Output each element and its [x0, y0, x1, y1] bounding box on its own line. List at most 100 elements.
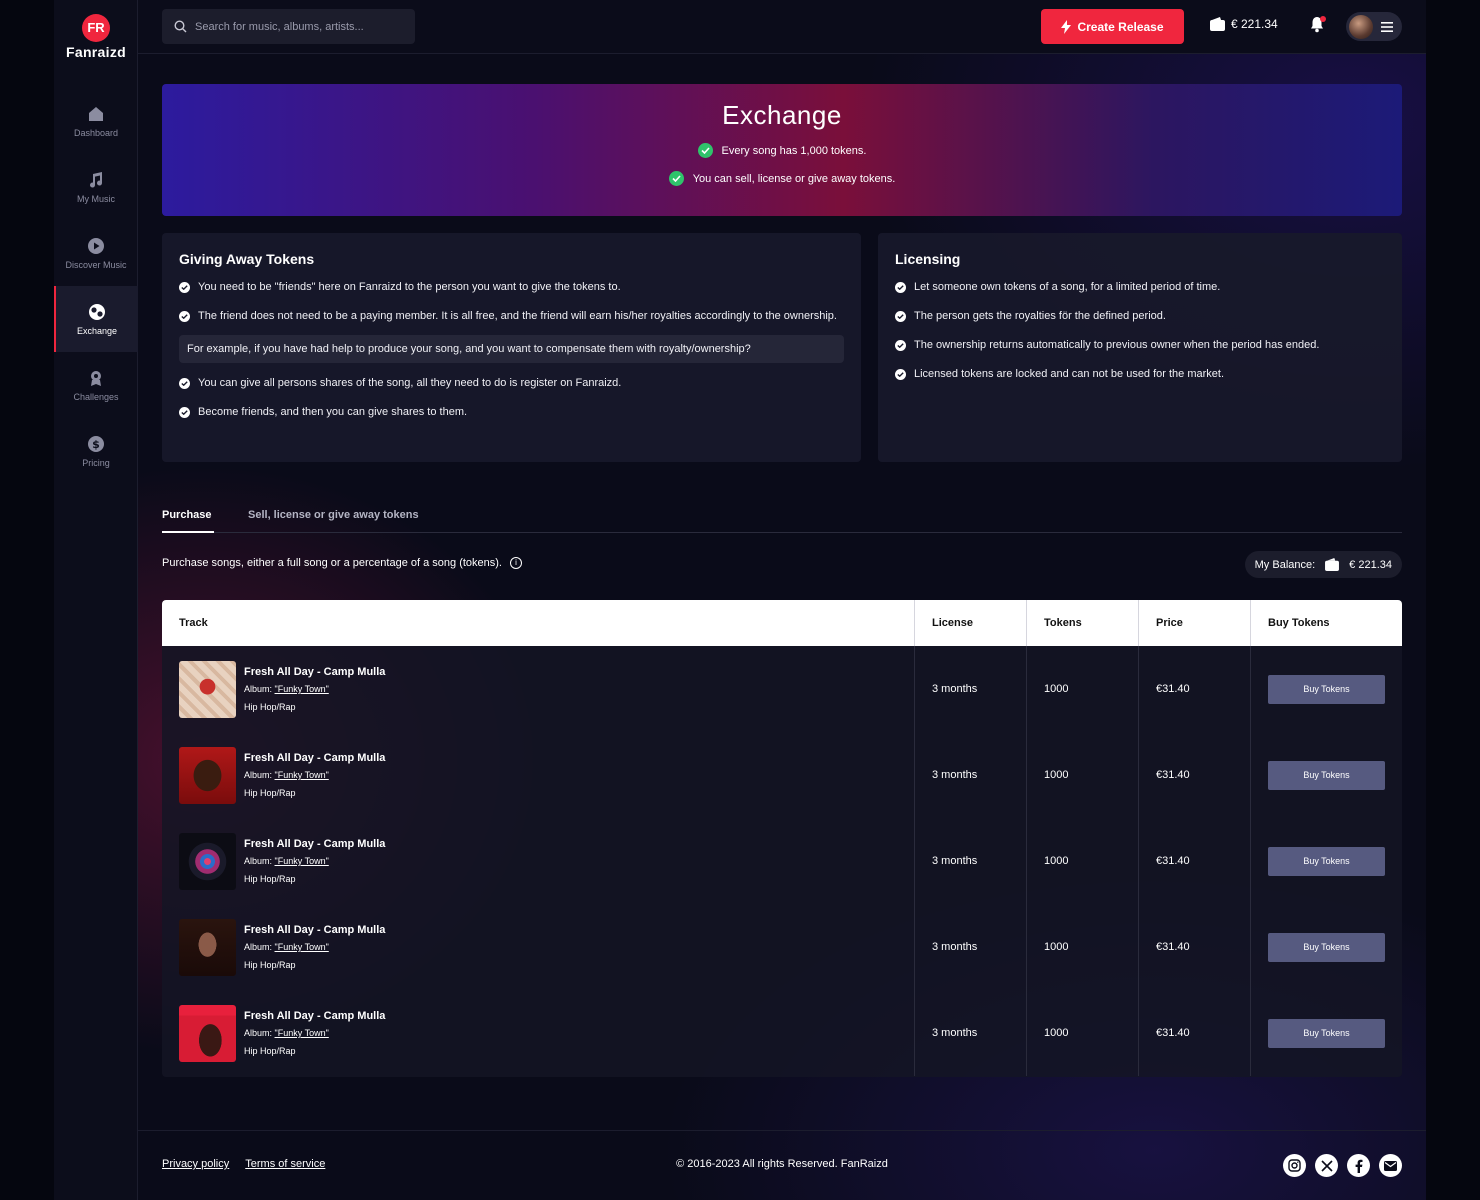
buy-cell: Buy Tokens: [1251, 990, 1402, 1076]
track-cell: Fresh All Day - Camp Mulla Album: "Funky…: [162, 818, 915, 904]
wallet-amount: € 221.34: [1231, 17, 1278, 31]
album-link[interactable]: "Funky Town": [275, 684, 329, 694]
check-circle-icon: [179, 407, 190, 418]
album-link[interactable]: "Funky Town": [275, 942, 329, 952]
table-row: Fresh All Day - Camp Mulla Album: "Funky…: [162, 990, 1402, 1076]
balance-value: € 221.34: [1349, 558, 1392, 571]
list-item-text: The person gets the royalties för the de…: [914, 310, 1166, 322]
hero-point: Every song has 1,000 tokens.: [162, 143, 1402, 158]
track-genre: Hip Hop/Rap: [244, 1046, 296, 1056]
price-cell: €31.40: [1139, 732, 1251, 818]
column-header-license: License: [915, 600, 1027, 646]
hero-point: You can sell, license or give away token…: [162, 171, 1402, 186]
buy-tokens-button[interactable]: Buy Tokens: [1268, 846, 1385, 876]
footer: © 2016-2023 All rights Reserved. FanRaiz…: [138, 1130, 1426, 1200]
wallet-balance[interactable]: € 221.34: [1210, 17, 1278, 31]
buy-tokens-button[interactable]: Buy Tokens: [1268, 760, 1385, 790]
search-box[interactable]: [162, 9, 415, 44]
buy-tokens-button[interactable]: Buy Tokens: [1268, 674, 1385, 704]
album-cover[interactable]: [179, 832, 236, 890]
card-title: Licensing: [895, 251, 961, 267]
buy-cell: Buy Tokens: [1251, 732, 1402, 818]
search-input[interactable]: [195, 20, 405, 33]
track-album: Album: "Funky Town": [244, 856, 385, 866]
sidebar-item-discover-music[interactable]: Discover Music: [54, 220, 138, 286]
track-genre: Hip Hop/Rap: [244, 874, 296, 884]
list-item: Licensed tokens are locked and can not b…: [895, 366, 1385, 383]
album-cover[interactable]: [179, 746, 236, 804]
top-header: Create Release € 221.34: [138, 0, 1426, 54]
mail-icon[interactable]: [1379, 1154, 1402, 1177]
list-item-text: The friend does not need to be a paying …: [198, 310, 837, 322]
buy-tokens-button[interactable]: Buy Tokens: [1268, 932, 1385, 962]
footer-links: Privacy policy Terms of service: [162, 1158, 325, 1170]
album-cover[interactable]: [179, 1004, 236, 1062]
list-item: Become friends, and then you can give sh…: [179, 404, 844, 421]
album-link[interactable]: "Funky Town": [275, 856, 329, 866]
logo-text: Fanraizd: [66, 44, 126, 60]
sidebar-item-label: Dashboard: [73, 127, 119, 138]
hero-point-text: Every song has 1,000 tokens.: [721, 144, 867, 157]
sidebar-item-label: Challenges: [73, 391, 119, 402]
track-cell: Fresh All Day - Camp Mulla Album: "Funky…: [162, 646, 915, 732]
purchase-description: Purchase songs, either a full song or a …: [162, 557, 522, 569]
tab-label: Sell, license or give away tokens: [248, 509, 419, 521]
track-cell: Fresh All Day - Camp Mulla Album: "Funky…: [162, 990, 915, 1076]
tab-purchase[interactable]: Purchase: [162, 509, 212, 521]
privacy-policy-link[interactable]: Privacy policy: [162, 1158, 229, 1170]
tokens-cell: 1000: [1027, 818, 1139, 904]
track-title[interactable]: Fresh All Day - Camp Mulla: [244, 752, 385, 764]
instagram-icon[interactable]: [1283, 1154, 1306, 1177]
balance-label: My Balance:: [1254, 558, 1316, 571]
x-icon[interactable]: [1315, 1154, 1338, 1177]
tracks-table: Track License Tokens Price Buy Tokens Fr…: [162, 600, 1402, 1077]
sidebar-item-pricing[interactable]: $ Pricing: [54, 418, 138, 484]
album-link[interactable]: "Funky Town": [275, 770, 329, 780]
logo[interactable]: FR Fanraizd: [54, 14, 138, 60]
create-release-button[interactable]: Create Release: [1041, 9, 1184, 44]
user-menu[interactable]: [1346, 12, 1402, 41]
sidebar: FR Fanraizd Dashboard My Music Discover …: [54, 0, 138, 1200]
exchange-hero: Exchange Every song has 1,000 tokens. Yo…: [162, 84, 1402, 216]
check-circle-icon: [179, 311, 190, 322]
buy-tokens-button[interactable]: Buy Tokens: [1268, 1018, 1385, 1048]
album-cover[interactable]: [179, 660, 236, 718]
hero-point-text: You can sell, license or give away token…: [692, 172, 896, 185]
album-link[interactable]: "Funky Town": [275, 1028, 329, 1038]
table-row: Fresh All Day - Camp Mulla Album: "Funky…: [162, 732, 1402, 818]
purchase-description-text: Purchase songs, either a full song or a …: [162, 557, 502, 569]
facebook-icon[interactable]: [1347, 1154, 1370, 1177]
terms-of-service-link[interactable]: Terms of service: [245, 1158, 325, 1170]
column-header-price: Price: [1139, 600, 1251, 646]
track-title[interactable]: Fresh All Day - Camp Mulla: [244, 1010, 385, 1022]
track-title[interactable]: Fresh All Day - Camp Mulla: [244, 666, 385, 678]
tab-sell-license-give[interactable]: Sell, license or give away tokens: [248, 509, 419, 521]
check-circle-icon: [179, 282, 190, 293]
price-cell: €31.40: [1139, 990, 1251, 1076]
sidebar-item-challenges[interactable]: Challenges: [54, 352, 138, 418]
check-circle-icon: [895, 369, 906, 380]
info-icon[interactable]: i: [509, 557, 522, 569]
list-item-text: Become friends, and then you can give sh…: [198, 406, 468, 418]
check-circle-icon: [668, 171, 684, 186]
price-cell: €31.40: [1139, 818, 1251, 904]
exchange-icon: [89, 303, 105, 320]
license-cell: 3 months: [915, 818, 1027, 904]
sidebar-item-exchange[interactable]: Exchange: [54, 286, 138, 352]
sidebar-item-dashboard[interactable]: Dashboard: [54, 88, 138, 154]
album-cover[interactable]: [179, 918, 236, 976]
column-header-buy-tokens: Buy Tokens: [1268, 617, 1330, 629]
sidebar-item-label: Pricing: [82, 457, 110, 468]
notifications-button[interactable]: [1310, 16, 1326, 34]
album-label: Album:: [244, 684, 273, 694]
search-icon: [174, 20, 187, 33]
buy-cell: Buy Tokens: [1251, 818, 1402, 904]
track-meta: Fresh All Day - Camp Mulla Album: "Funky…: [244, 752, 385, 798]
music-note-icon: [90, 171, 103, 188]
license-cell: 3 months: [915, 732, 1027, 818]
sidebar-item-my-music[interactable]: My Music: [54, 154, 138, 220]
track-genre: Hip Hop/Rap: [244, 702, 296, 712]
track-title[interactable]: Fresh All Day - Camp Mulla: [244, 924, 385, 936]
menu-icon: [1381, 21, 1393, 32]
track-title[interactable]: Fresh All Day - Camp Mulla: [244, 838, 385, 850]
